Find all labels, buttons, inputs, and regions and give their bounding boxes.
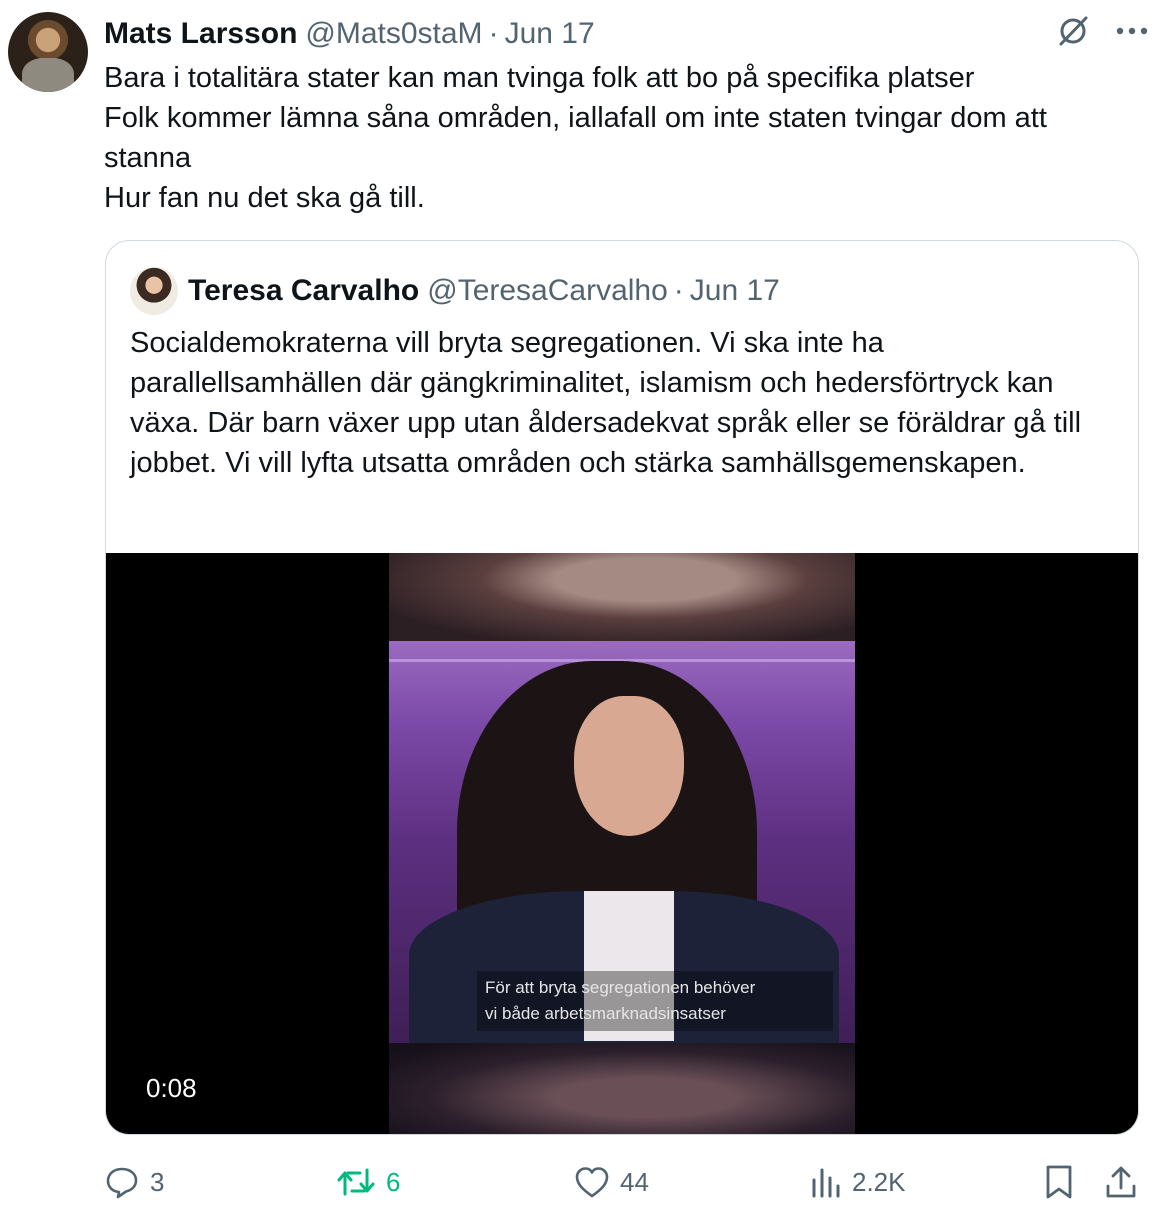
author-name[interactable]: Mats Larsson [104,17,297,51]
more-icon[interactable] [1116,26,1148,36]
reply-button[interactable]: 3 [104,1160,164,1204]
analytics-icon [810,1166,842,1198]
grok-icon[interactable] [1056,14,1090,48]
author-avatar[interactable] [8,12,88,92]
share-icon [1104,1164,1138,1200]
views-count: 2.2K [852,1166,906,1197]
speaker-face [574,696,684,836]
bookmark-icon [1044,1164,1074,1200]
quoted-tweet-header: Teresa Carvalho @TeresaCarvalho · Jun 17 [188,271,780,311]
share-button[interactable] [1104,1160,1138,1204]
tweet-header: Mats Larsson @Mats0staM · Jun 17 [104,14,595,54]
tweet-top-icons [1056,14,1148,48]
quoted-author-name[interactable]: Teresa Carvalho [188,274,419,308]
subtitle-line: För att bryta segregationen behöver [485,978,756,997]
quoted-tweet-date[interactable]: Jun 17 [690,274,780,308]
tweet-line: Hur fan nu det ska gå till. [104,182,425,214]
tweet-line: Bara i totalitära stater kan man tvinga … [104,62,975,94]
tweet-text: Bara i totalitära stater kan man tvinga … [104,58,1134,218]
retweet-icon [336,1164,376,1200]
author-handle[interactable]: @Mats0staM [305,17,482,51]
retweet-count: 6 [386,1166,401,1197]
reply-icon [104,1164,140,1200]
quoted-author-avatar[interactable] [130,267,178,315]
like-button[interactable]: 44 [574,1160,649,1204]
subtitle-line: vi både arbetsmarknadsinsatser [485,1004,726,1023]
tweet-date[interactable]: Jun 17 [505,17,595,51]
like-count: 44 [620,1166,649,1197]
heart-icon [574,1165,610,1199]
video-blur-bottom [389,1043,855,1134]
quoted-author-handle[interactable]: @TeresaCarvalho [427,274,668,308]
tweet-actions: 3 6 44 2.2K [104,1160,1144,1204]
video-subtitle: För att bryta segregationen behöver vi b… [477,971,833,1031]
quoted-tweet[interactable]: Teresa Carvalho @TeresaCarvalho · Jun 17… [105,240,1139,1135]
quoted-tweet-text: Socialdemokraterna vill bryta segregatio… [130,327,1082,479]
retweet-button[interactable]: 6 [336,1160,400,1204]
video-player[interactable]: För att bryta segregationen behöver vi b… [106,553,1138,1134]
reply-count: 3 [150,1166,165,1197]
bookmark-button[interactable] [1044,1160,1074,1204]
separator-dot: · [673,274,684,307]
views-button[interactable]: 2.2K [810,1160,906,1204]
tweet-line: Folk kommer lämna såna områden, iallafal… [104,102,1047,174]
video-blur-top [389,553,855,641]
video-duration: 0:08 [146,1073,197,1103]
separator-dot: · [488,17,499,50]
video-frame: För att bryta segregationen behöver vi b… [389,553,855,1134]
